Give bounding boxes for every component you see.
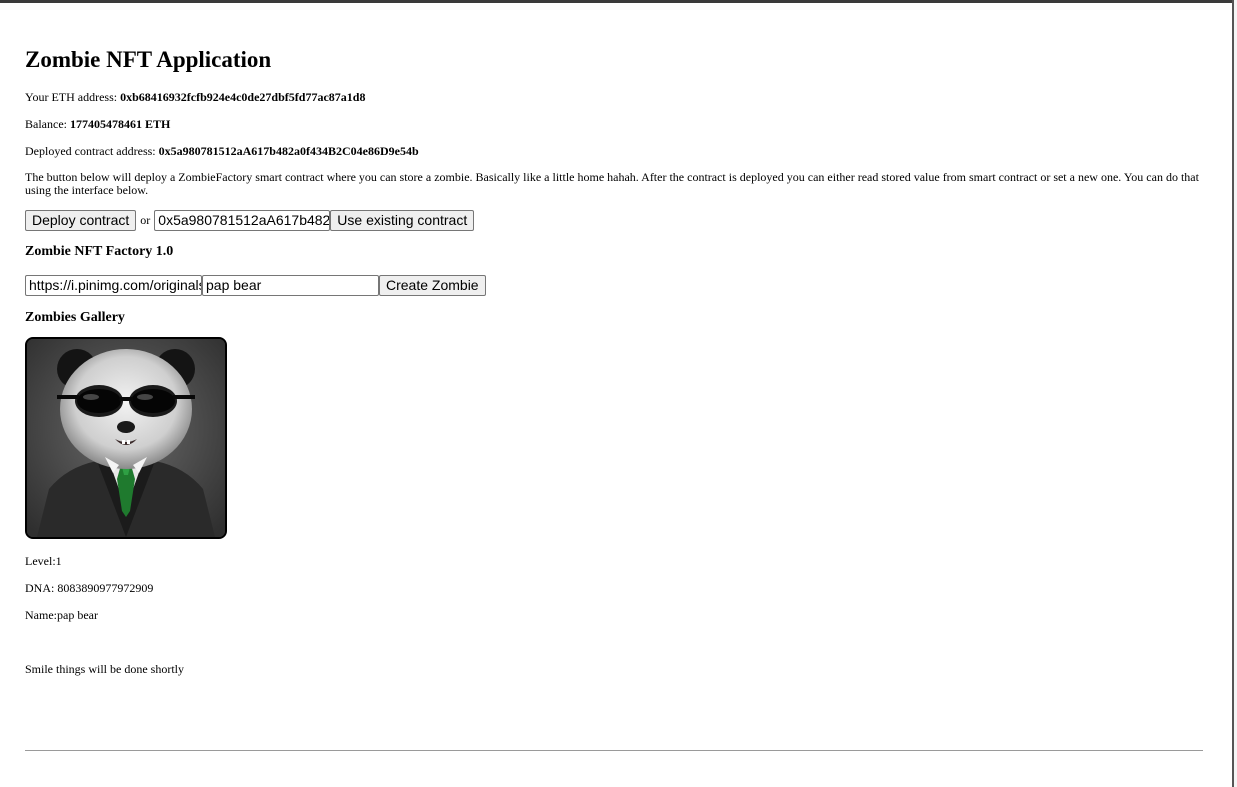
panda-in-suit-icon: [27, 339, 225, 537]
contract-address-value: 0x5a980781512aA617b482a0f434B2C04e86D9e5…: [158, 144, 419, 158]
contract-address-label: Deployed contract address:: [25, 144, 159, 158]
balance-line: Balance: 177405478461 ETH: [25, 117, 1205, 131]
zombie-dna: DNA: 8083890977972909: [25, 581, 154, 595]
eth-address-label: Your ETH address:: [25, 90, 121, 104]
or-text: or: [140, 212, 151, 227]
create-zombie-button[interactable]: Create Zombie: [379, 274, 486, 296]
use-existing-contract-button[interactable]: Use existing contract: [330, 209, 475, 231]
zombie-card-image: [25, 337, 227, 539]
balance-value: 177405478461 ETH: [69, 117, 171, 131]
contract-controls: Deploy contract or 0x5a980781512aA617b48…: [25, 209, 1205, 231]
scrollbar-edge: [1232, 0, 1234, 787]
image-url-input[interactable]: https://i.pinimg.com/originals: [25, 274, 202, 296]
contract-address-line: Deployed contract address: 0x5a980781512…: [25, 144, 1205, 158]
deploy-contract-button[interactable]: Deploy contract: [25, 209, 137, 231]
page-title: Zombie NFT Application: [25, 47, 272, 72]
factory-heading: Zombie NFT Factory 1.0: [25, 244, 174, 259]
gallery-heading: Zombies Gallery: [25, 310, 125, 325]
footer-divider: [25, 750, 1203, 751]
zombie-name-input[interactable]: pap bear: [202, 274, 379, 296]
description-text: The button below will deploy a ZombieFac…: [25, 170, 1199, 197]
footer-message: Smile things will be done shortly: [25, 662, 184, 676]
eth-address-value: 0xb68416932fcfb924e4c0de27dbf5fd77ac87a1…: [120, 90, 366, 104]
zombie-level: Level:1: [25, 554, 62, 568]
main-content: Zombie NFT Application Your ETH address:…: [25, 44, 1205, 676]
balance-label: Balance:: [25, 117, 70, 131]
zombie-name: Name:pap bear: [25, 608, 98, 622]
eth-address-line: Your ETH address: 0xb68416932fcfb924e4c0…: [25, 90, 1205, 104]
contract-address-input[interactable]: 0x5a980781512aA617b482a0f434B2C04e86D9e5…: [154, 209, 331, 231]
factory-controls: https://i.pinimg.com/originals pap bear …: [25, 274, 1205, 296]
